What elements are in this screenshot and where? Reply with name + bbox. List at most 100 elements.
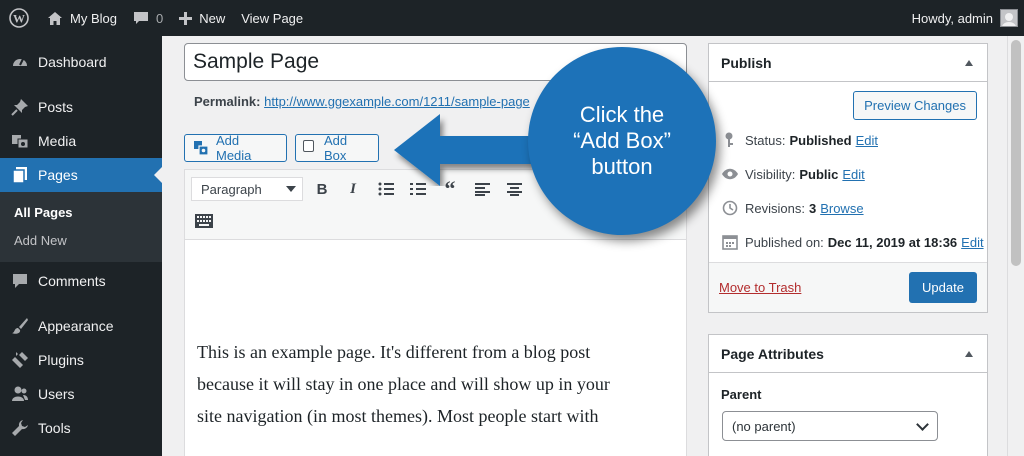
callout-text: Click the “Add Box” button [547, 102, 697, 180]
update-button[interactable]: Update [909, 272, 977, 303]
sidebar-item-label: Comments [38, 273, 106, 289]
published-on-label: Published on: [745, 234, 824, 250]
media-icon [10, 131, 30, 151]
published-on-row: Published on: Dec 11, 2019 at 18:36 Edit [721, 233, 984, 251]
pin-icon [10, 97, 30, 117]
users-icon [10, 384, 30, 404]
keyboard-icon [195, 214, 213, 228]
wrench-icon [10, 418, 30, 438]
sidebar-item-label: Media [38, 133, 77, 149]
sidebar-item-dashboard[interactable]: Dashboard [0, 45, 162, 79]
calendar-icon [721, 233, 739, 251]
sidebar-item-users[interactable]: Users [0, 377, 162, 411]
callout-arrow [394, 114, 538, 186]
italic-button[interactable]: I [342, 178, 364, 200]
submenu-add-new[interactable]: Add New [0, 226, 162, 254]
preview-changes-button[interactable]: Preview Changes [853, 91, 977, 120]
bold-button[interactable]: B [311, 178, 333, 200]
sidebar-item-appearance[interactable]: Appearance [0, 309, 162, 343]
edit-date-link[interactable]: Edit [961, 235, 983, 250]
box-icon [303, 140, 314, 152]
publish-header[interactable]: Publish [709, 44, 987, 82]
bold-icon: B [316, 180, 328, 198]
comment-bubble-icon [133, 11, 149, 26]
visibility-row: Visibility: Public Edit [721, 165, 865, 183]
sidebar-item-label: Posts [38, 99, 74, 115]
sidebar-item-label: Appearance [38, 318, 114, 334]
page-attributes-box: Page Attributes Parent (no parent) [708, 334, 988, 456]
move-to-trash-link[interactable]: Move to Trash [719, 280, 801, 295]
callout-line: “Add Box” [573, 128, 671, 153]
comments-count: 0 [155, 10, 164, 26]
comments-link[interactable]: 0 [125, 0, 171, 36]
add-media-label: Add Media [216, 133, 252, 163]
publish-box: Publish Preview Changes Status: Publishe… [708, 43, 988, 313]
wordpress-logo-icon[interactable]: W [0, 0, 39, 36]
callout-line: button [591, 154, 653, 179]
home-icon [47, 11, 63, 26]
collapse-toggle-icon[interactable] [965, 60, 973, 66]
edit-visibility-link[interactable]: Edit [842, 167, 864, 182]
sidebar-item-label: Tools [38, 420, 71, 436]
sidebar-item-label: Plugins [38, 352, 84, 368]
visibility-value: Public [799, 166, 839, 182]
status-label: Status: [745, 132, 786, 148]
brush-icon [10, 316, 30, 336]
page-attributes-header[interactable]: Page Attributes [709, 335, 987, 373]
parent-label: Parent [721, 387, 762, 402]
sidebar-item-label: Users [38, 386, 75, 402]
scrollbar-thumb[interactable] [1011, 40, 1021, 266]
submenu-all-pages[interactable]: All Pages [0, 198, 162, 226]
howdy-text: Howdy, admin [911, 10, 993, 26]
sidebar-item-media[interactable]: Media [0, 124, 162, 158]
collapse-toggle-icon[interactable] [965, 351, 973, 357]
update-label: Update [922, 280, 964, 295]
plugin-icon [10, 350, 30, 370]
published-on-value: Dec 11, 2019 at 18:36 [827, 234, 958, 250]
parent-select[interactable]: (no parent) [722, 411, 938, 441]
sidebar-item-pages[interactable]: Pages [0, 158, 162, 192]
sidebar-item-label: Pages [38, 167, 78, 183]
sidebar-item-comments[interactable]: Comments [0, 264, 162, 298]
chevron-down-icon [286, 186, 296, 192]
callout-bubble: Click the “Add Box” button [528, 47, 716, 235]
avatar [1000, 9, 1018, 27]
comment-icon [10, 271, 30, 291]
site-name-link[interactable]: My Blog [39, 0, 125, 36]
callout-line: Click the [579, 102, 665, 127]
dashboard-icon [10, 52, 30, 72]
visibility-label: Visibility: [745, 166, 796, 182]
toolbar-toggle-button[interactable] [193, 210, 215, 232]
major-publishing-actions: Move to Trash Update [709, 262, 987, 312]
sidebar-item-plugins[interactable]: Plugins [0, 343, 162, 377]
view-page-link[interactable]: View Page [233, 0, 311, 36]
format-select[interactable]: Paragraph [191, 177, 303, 201]
edit-status-link[interactable]: Edit [856, 133, 878, 148]
pages-submenu: All Pages Add New [0, 192, 162, 262]
new-label: New [199, 10, 226, 26]
svg-text:W: W [13, 12, 25, 26]
revisions-label: Revisions: [745, 200, 805, 216]
my-account[interactable]: Howdy, admin [912, 0, 1024, 36]
revisions-value: 3 [808, 200, 817, 216]
admin-sidebar: Dashboard Posts Media Pages All Pages Ad… [0, 36, 162, 456]
preview-changes-label: Preview Changes [864, 98, 966, 113]
format-select-value: Paragraph [201, 181, 262, 197]
sidebar-item-posts[interactable]: Posts [0, 90, 162, 124]
content-line: because it will stay in one place and wi… [197, 374, 610, 394]
sidebar-item-tools[interactable]: Tools [0, 411, 162, 445]
view-page-label: View Page [241, 10, 304, 26]
italic-icon: I [350, 180, 356, 197]
add-media-button[interactable]: Add Media [184, 133, 287, 163]
page-scrollbar[interactable] [1007, 36, 1024, 456]
permalink-label: Permalink: [194, 94, 261, 109]
new-content-link[interactable]: New [171, 0, 233, 36]
content-line: This is an example page. It's different … [197, 342, 591, 362]
revisions-row: Revisions: 3 Browse [721, 199, 864, 217]
add-box-button[interactable]: Add Box [295, 133, 379, 163]
admin-bar: W My Blog 0 New View Page Howdy, admin [0, 0, 1024, 36]
browse-revisions-link[interactable]: Browse [820, 201, 863, 216]
add-media-icon [193, 140, 210, 156]
editor-content[interactable]: This is an example page. It's different … [197, 336, 682, 432]
key-icon [721, 131, 739, 149]
